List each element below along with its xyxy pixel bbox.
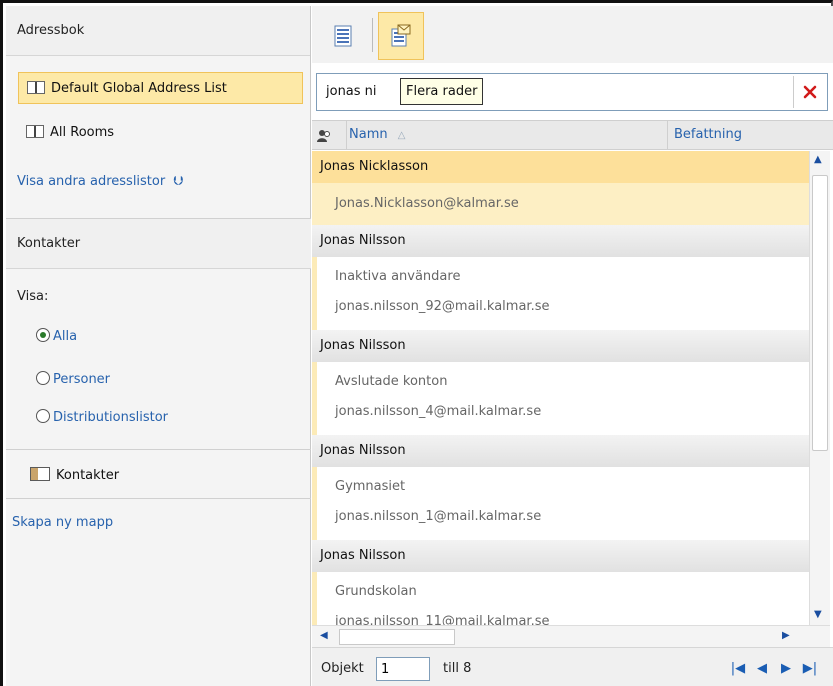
filter-persons-radio[interactable]: Personer bbox=[36, 370, 110, 390]
toolbar-separator bbox=[372, 18, 373, 52]
contact-type-column-icon[interactable] bbox=[316, 129, 332, 143]
divider bbox=[6, 498, 311, 499]
address-book-header: Adressbok bbox=[6, 6, 310, 56]
scroll-down-arrow-icon[interactable]: ▼ bbox=[814, 609, 822, 620]
vertical-scrollbar[interactable]: ▲ ▼ bbox=[809, 151, 830, 625]
address-list-label: All Rooms bbox=[50, 125, 115, 140]
detail-view-button[interactable] bbox=[378, 12, 424, 60]
next-page-icon[interactable]: ▶ bbox=[777, 661, 795, 677]
row-marker bbox=[312, 572, 317, 625]
result-email: jonas.nilsson_92@mail.kalmar.se bbox=[335, 299, 550, 314]
scroll-up-arrow-icon[interactable]: ▲ bbox=[814, 154, 822, 165]
create-folder-link[interactable]: Skapa ny mapp bbox=[12, 515, 113, 530]
address-list-default-global[interactable]: Default Global Address List bbox=[18, 72, 303, 104]
app-frame: Adressbok Default Global Address List Al… bbox=[0, 0, 833, 686]
pager-total: till 8 bbox=[443, 661, 472, 676]
address-book-icon bbox=[27, 81, 45, 94]
result-department: Grundskolan bbox=[335, 584, 417, 599]
result-group-header[interactable]: Jonas Nicklasson bbox=[312, 151, 809, 183]
navigation-pane: Adressbok Default Global Address List Al… bbox=[6, 6, 311, 686]
column-name[interactable]: Namn △ bbox=[346, 121, 666, 149]
list-view-button[interactable] bbox=[320, 12, 366, 60]
address-book-icon bbox=[26, 125, 44, 138]
last-page-icon[interactable]: ▶| bbox=[801, 661, 819, 677]
page-input[interactable] bbox=[376, 657, 430, 681]
filter-distribution-lists-radio[interactable]: Distributionslistor bbox=[36, 408, 168, 428]
contact-card-icon bbox=[30, 467, 50, 481]
filter-all-radio[interactable]: Alla bbox=[36, 327, 77, 347]
result-detail[interactable]: Grundskolan jonas.nilsson_11@mail.kalmar… bbox=[312, 572, 809, 625]
first-page-icon[interactable]: |◀ bbox=[729, 661, 747, 677]
result-email: jonas.nilsson_4@mail.kalmar.se bbox=[335, 404, 542, 419]
filter-distribution-lists-label: Distributionslistor bbox=[53, 410, 169, 425]
view-toolbar bbox=[312, 6, 833, 63]
filter-persons-label: Personer bbox=[53, 372, 111, 387]
scrollbar-thumb[interactable] bbox=[339, 629, 455, 645]
result-detail[interactable]: Gymnasiet jonas.nilsson_1@mail.kalmar.se bbox=[312, 467, 809, 540]
search-input[interactable]: jonas ni bbox=[326, 84, 377, 99]
result-department: Gymnasiet bbox=[335, 479, 406, 494]
tooltip: Flera rader bbox=[400, 78, 484, 105]
result-department: Avslutade konton bbox=[335, 374, 448, 389]
scrollbar-thumb[interactable] bbox=[812, 175, 828, 451]
pager-label: Objekt bbox=[321, 661, 364, 676]
list-view-icon bbox=[334, 25, 352, 47]
radio-unchecked-icon bbox=[36, 371, 50, 385]
result-group-header[interactable]: Jonas Nilsson bbox=[312, 225, 809, 257]
contacts-folder-label: Kontakter bbox=[56, 468, 120, 483]
row-marker bbox=[312, 257, 317, 330]
show-label: Visa: bbox=[17, 289, 49, 304]
result-detail[interactable]: Avslutade konton jonas.nilsson_4@mail.ka… bbox=[312, 362, 809, 435]
result-detail[interactable]: Inaktiva användare jonas.nilsson_92@mail… bbox=[312, 257, 809, 330]
scroll-right-arrow-icon[interactable]: ▶ bbox=[782, 630, 790, 641]
result-detail[interactable]: Jonas.Nicklasson@kalmar.se bbox=[312, 183, 809, 225]
result-group-header[interactable]: Jonas Nilsson bbox=[312, 540, 809, 572]
result-department: Inaktiva användare bbox=[335, 269, 461, 284]
sort-ascending-icon: △ bbox=[397, 130, 406, 141]
double-chevron-down-icon: ⮋ bbox=[173, 174, 184, 189]
row-marker bbox=[312, 362, 317, 435]
results-list: Jonas Nicklasson Jonas.Nicklasson@kalmar… bbox=[312, 151, 809, 625]
row-marker bbox=[312, 467, 317, 540]
people-icon bbox=[317, 130, 330, 142]
detail-view-icon bbox=[391, 24, 411, 47]
show-other-lists-label: Visa andra adresslistor bbox=[17, 174, 166, 189]
result-email: Jonas.Nicklasson@kalmar.se bbox=[335, 196, 519, 211]
column-title[interactable]: Befattning bbox=[667, 121, 833, 149]
horizontal-scrollbar[interactable]: ◀ ▶ bbox=[312, 625, 830, 647]
clear-search-button[interactable] bbox=[793, 76, 825, 108]
result-email: jonas.nilsson_1@mail.kalmar.se bbox=[335, 509, 542, 524]
results-pane: jonas ni Flera rader Namn △ Befattning J… bbox=[312, 6, 833, 686]
divider bbox=[6, 449, 311, 450]
scroll-left-arrow-icon[interactable]: ◀ bbox=[320, 630, 328, 641]
previous-page-icon[interactable]: ◀ bbox=[753, 661, 771, 677]
pager: Objekt till 8 |◀ ◀ ▶ ▶| bbox=[312, 647, 833, 686]
column-name-label: Namn bbox=[349, 127, 388, 142]
address-list-label: Default Global Address List bbox=[51, 81, 227, 96]
contacts-header: Kontakter bbox=[6, 219, 311, 269]
close-icon bbox=[803, 85, 816, 99]
address-list-all-rooms[interactable]: All Rooms bbox=[18, 117, 303, 149]
column-header: Namn △ Befattning bbox=[312, 120, 833, 150]
radio-checked-icon bbox=[36, 328, 50, 342]
filter-all-label: Alla bbox=[53, 329, 78, 344]
search-box: jonas ni Flera rader bbox=[316, 73, 828, 111]
result-group-header[interactable]: Jonas Nilsson bbox=[312, 330, 809, 362]
radio-unchecked-icon bbox=[36, 409, 50, 423]
show-other-lists-link[interactable]: Visa andra adresslistor ⮋ bbox=[17, 172, 183, 192]
result-email: jonas.nilsson_11@mail.kalmar.se bbox=[335, 614, 550, 625]
result-group-header[interactable]: Jonas Nilsson bbox=[312, 435, 809, 467]
contacts-folder-item[interactable]: Kontakter bbox=[30, 466, 119, 486]
